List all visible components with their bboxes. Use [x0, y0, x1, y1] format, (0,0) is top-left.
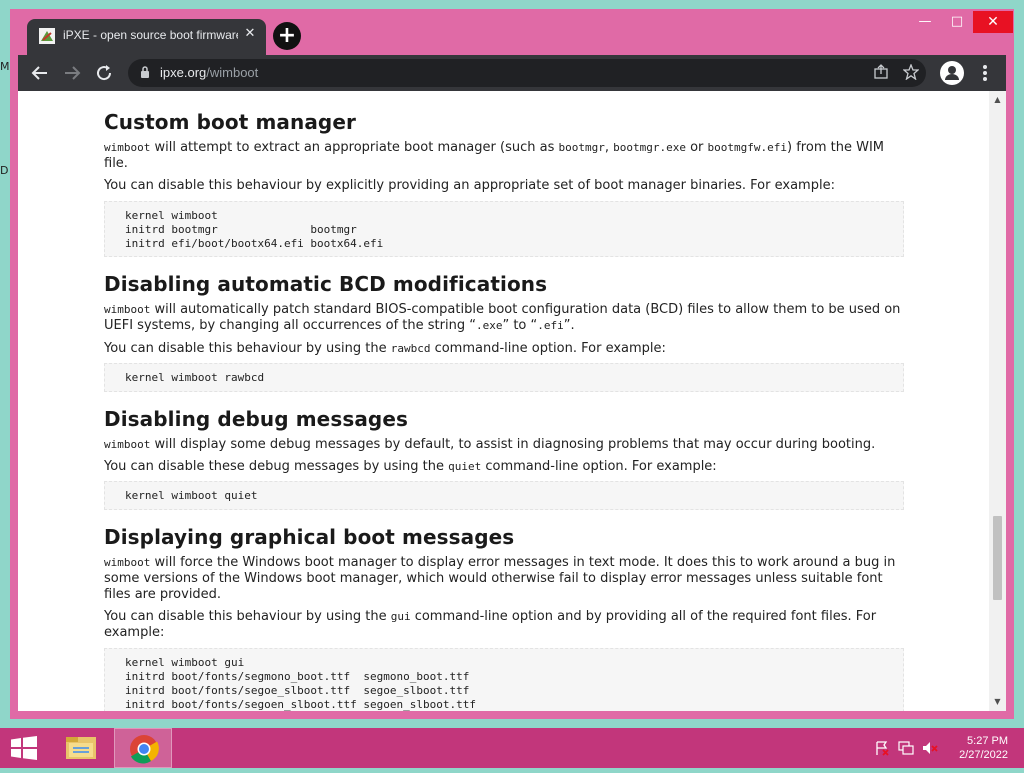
title-bar: iPXE - open source boot firmware ✕ + — □…	[10, 9, 1014, 55]
text-span: will force the Windows boot manager to d…	[104, 555, 896, 602]
paragraph: You can disable this behaviour by using …	[104, 609, 904, 641]
minimize-button[interactable]: —	[909, 11, 941, 33]
maximize-button[interactable]: □	[941, 11, 973, 33]
inline-code: wimboot	[104, 303, 151, 316]
bookmark-star-icon[interactable]	[902, 63, 920, 82]
close-window-button[interactable]: ✕	[973, 11, 1013, 33]
volume-muted-icon[interactable]	[922, 740, 938, 756]
heading-disabling-debug: Disabling debug messages	[104, 407, 409, 431]
inline-code: quiet	[448, 460, 482, 473]
heading-custom-boot-manager: Custom boot manager	[104, 110, 356, 134]
text-span: You can disable this behaviour by using …	[104, 341, 391, 356]
paragraph: wimboot will display some debug messages…	[104, 437, 904, 453]
file-explorer-taskbar-icon[interactable]	[52, 728, 110, 768]
paragraph: You can disable this behaviour by explic…	[104, 178, 835, 193]
inline-code: wimboot	[104, 556, 151, 569]
text-span: or	[685, 140, 708, 155]
paragraph: wimboot will automatically patch standar…	[104, 302, 904, 334]
text-span: You can disable these debug messages by …	[104, 459, 449, 474]
url-host: ipxe.org	[160, 65, 207, 80]
profile-avatar-icon[interactable]	[940, 61, 964, 85]
network-icon[interactable]	[898, 740, 914, 756]
lock-icon[interactable]	[140, 66, 150, 78]
taskbar: 5:27 PM 2/27/2022	[0, 728, 1024, 768]
paragraph: You can disable these debug messages by …	[104, 459, 904, 475]
text-span: will attempt to extract an appropriate b…	[150, 140, 559, 155]
paragraph: You can disable this behaviour by using …	[104, 341, 904, 357]
share-icon[interactable]	[872, 64, 890, 82]
paragraph: wimboot will attempt to extract an appro…	[104, 140, 904, 172]
ipxe-favicon-icon	[39, 28, 55, 44]
code-example: kernel wimboot gui initrd boot/fonts/seg…	[104, 648, 904, 711]
back-arrow-icon[interactable]	[28, 61, 52, 85]
inline-code: .exe	[475, 319, 503, 332]
text-span: ,	[604, 140, 614, 155]
page-viewport[interactable]: Custom boot manager wimboot will attempt…	[18, 91, 1006, 711]
inline-code: wimboot	[104, 141, 151, 154]
action-center-flag-icon[interactable]	[874, 740, 890, 756]
inline-code: gui	[390, 610, 411, 623]
inline-code: wimboot	[104, 438, 151, 451]
text-span: You can disable this behaviour by using …	[104, 609, 391, 624]
reload-icon[interactable]	[92, 61, 116, 85]
inline-code: rawbcd	[390, 342, 431, 355]
code-example: kernel wimboot initrd bootmgr bootmgr in…	[104, 201, 904, 257]
chrome-menu-icon[interactable]	[978, 61, 992, 85]
text-span: command-line option. For example:	[481, 459, 717, 474]
taskbar-clock[interactable]: 5:27 PM 2/27/2022	[950, 734, 1008, 762]
heading-graphical-boot: Displaying graphical boot messages	[104, 525, 515, 549]
inline-code: bootmgfw.efi	[707, 141, 788, 154]
address-bar[interactable]: ipxe.org/wimboot	[128, 59, 926, 87]
new-tab-button[interactable]: +	[273, 22, 301, 50]
windows-start-icon[interactable]	[10, 736, 38, 760]
tab-title: iPXE - open source boot firmware	[63, 28, 238, 42]
inline-code: .efi	[537, 319, 564, 332]
scroll-up-icon[interactable]: ▲	[989, 93, 1006, 107]
desktop-label-m: M	[0, 60, 10, 73]
desktop-label-d: D	[0, 164, 9, 177]
text-span: ” to “	[502, 318, 538, 333]
clock-time: 5:27 PM	[967, 735, 1008, 747]
tab-close-icon[interactable]: ✕	[242, 26, 258, 44]
heading-disabling-bcd: Disabling automatic BCD modifications	[104, 272, 548, 296]
forward-arrow-icon[interactable]	[60, 61, 84, 85]
browser-tab[interactable]: iPXE - open source boot firmware ✕	[27, 19, 266, 55]
chrome-taskbar-icon[interactable]	[114, 728, 172, 768]
code-example: kernel wimboot rawbcd	[104, 363, 904, 392]
text-span: command-line option. For example:	[430, 341, 666, 356]
text-span: will display some debug messages by defa…	[150, 437, 876, 452]
scroll-down-icon[interactable]: ▼	[989, 695, 1006, 709]
browser-window: iPXE - open source boot firmware ✕ + — □…	[10, 9, 1014, 719]
text-span: ”.	[563, 318, 575, 333]
vertical-scrollbar[interactable]: ▲ ▼	[989, 91, 1006, 711]
scrollbar-thumb[interactable]	[993, 516, 1002, 600]
inline-code: bootmgr	[558, 141, 605, 154]
browser-toolbar: ipxe.org/wimboot	[18, 55, 1006, 91]
paragraph: wimboot will force the Windows boot mana…	[104, 555, 904, 603]
clock-date: 2/27/2022	[959, 749, 1008, 761]
inline-code: bootmgr.exe	[613, 141, 686, 154]
code-example: kernel wimboot quiet	[104, 481, 904, 510]
url-path: /wimboot	[206, 65, 259, 80]
url-text: ipxe.org/wimboot	[160, 65, 258, 80]
